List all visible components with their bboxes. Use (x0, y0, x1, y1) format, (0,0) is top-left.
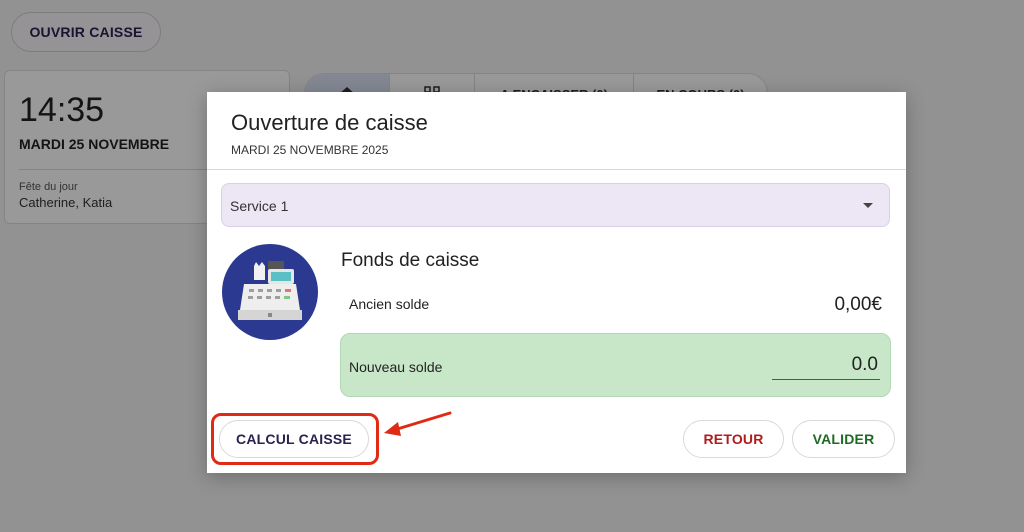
dialog-divider (207, 169, 906, 170)
fonds-title: Fonds de caisse (341, 250, 480, 271)
retour-button[interactable]: RETOUR (683, 420, 784, 458)
dialog-subtitle: MARDI 25 NOVEMBRE 2025 (231, 143, 389, 157)
service-select[interactable]: Service 1 (221, 183, 890, 227)
annotation-arrow-icon (384, 411, 452, 436)
ancien-solde-value: 0,00€ (834, 294, 882, 315)
dialog-title: Ouverture de caisse (231, 110, 428, 135)
ancien-solde-label: Ancien solde (349, 296, 430, 312)
cash-register-icon (222, 244, 318, 340)
nouveau-solde-box: Nouveau solde (340, 333, 891, 397)
service-selected-value: Service 1 (230, 198, 289, 214)
nouveau-solde-label: Nouveau solde (349, 359, 443, 375)
valider-label: VALIDER (812, 431, 875, 447)
retour-label: RETOUR (703, 431, 764, 447)
chevron-down-icon (863, 203, 873, 208)
annotation-highlight-box (211, 413, 379, 465)
nouveau-solde-input[interactable] (772, 350, 880, 380)
valider-button[interactable]: VALIDER (792, 420, 895, 458)
